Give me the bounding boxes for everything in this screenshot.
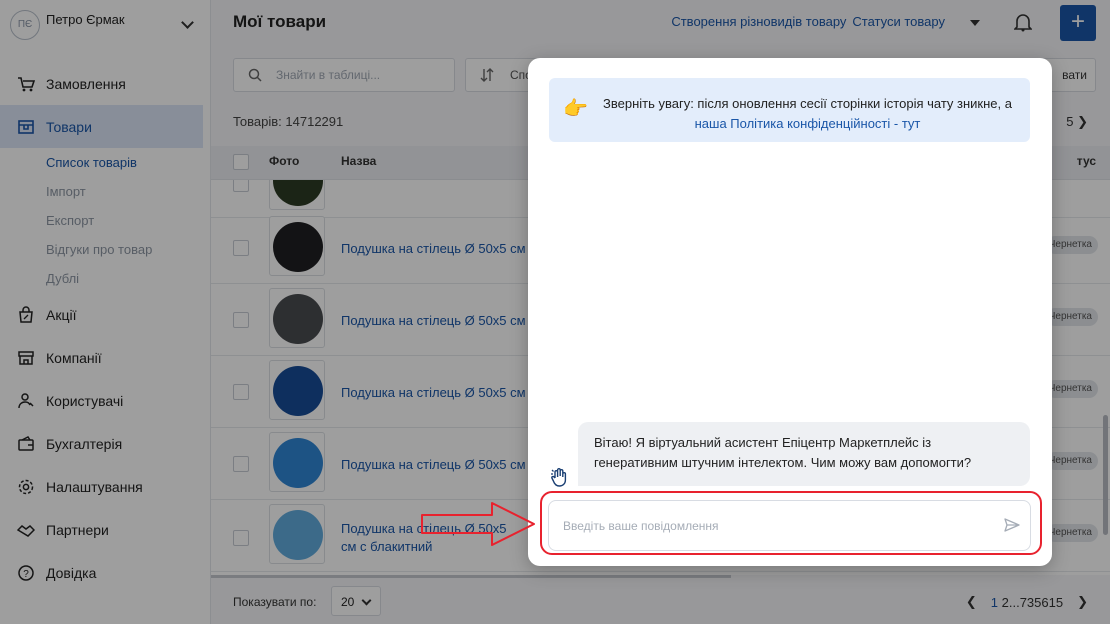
pointing-hand-icon: 👉 <box>563 98 588 120</box>
privacy-policy-link[interactable]: наша Політика конфіденційності - тут <box>695 116 921 131</box>
bot-message: Вітаю! Я віртуальний асистент Епіцентр М… <box>578 422 1030 486</box>
highlight-frame <box>540 491 1042 555</box>
waving-hand-icon <box>551 468 567 487</box>
arrow-right-icon <box>421 502 535 546</box>
notice-text: Зверніть увагу: після оновлення сесії ст… <box>603 96 1012 111</box>
chat-dialog: 👉 Зверніть увагу: після оновлення сесії … <box>528 58 1052 566</box>
notice-text-block: Зверніть увагу: після оновлення сесії ст… <box>601 94 1014 134</box>
privacy-notice: 👉 Зверніть увагу: після оновлення сесії … <box>549 78 1030 142</box>
